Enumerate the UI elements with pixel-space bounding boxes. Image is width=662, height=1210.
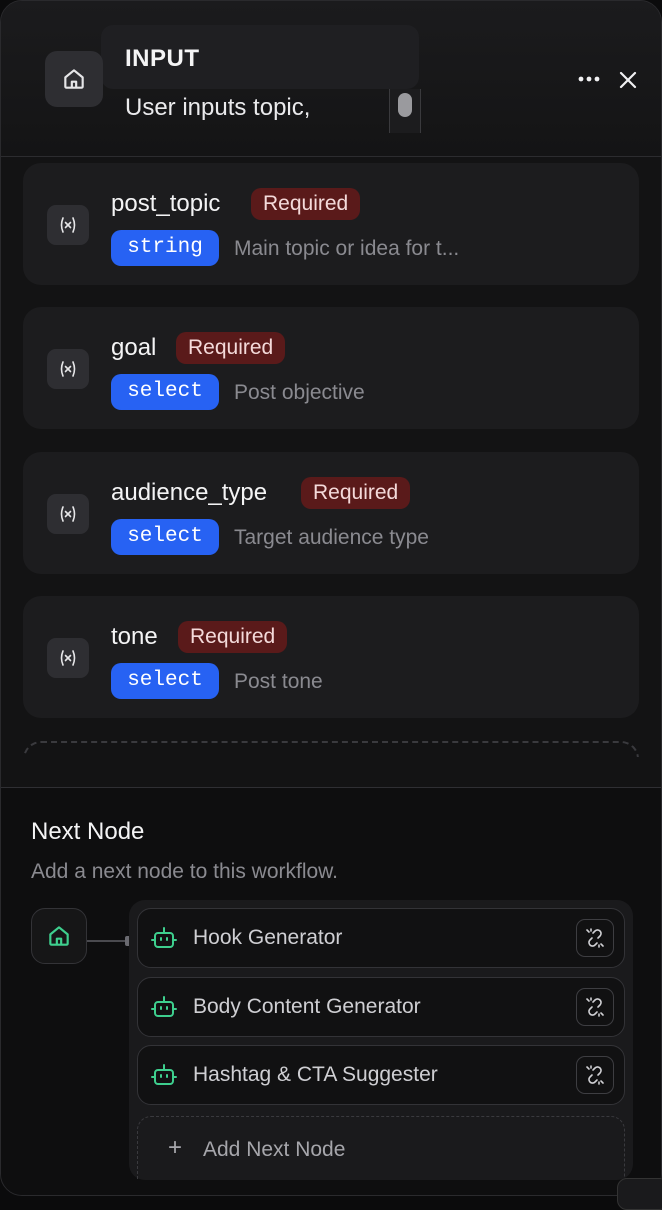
next-node-list: Hook Generator Body Content Generator Ha… <box>129 900 633 1180</box>
unlink-icon <box>586 1065 604 1085</box>
node-title[interactable]: INPUT <box>125 45 200 73</box>
type-badge: select <box>111 374 219 410</box>
variable-name: audience_type <box>111 479 268 506</box>
variable-card-audience-type[interactable]: audience_type Required select Target aud… <box>23 452 639 574</box>
next-node-item[interactable]: Hook Generator <box>137 908 625 968</box>
next-node-section: Next Node Add a next node to this workfl… <box>1 787 661 1195</box>
node-description[interactable]: User inputs topic, <box>125 94 310 122</box>
unlink-button[interactable] <box>576 988 614 1026</box>
robot-icon <box>151 927 177 948</box>
variable-description: Post objective <box>234 381 365 404</box>
type-badge: string <box>111 230 219 266</box>
variable-description: Target audience type <box>234 526 429 549</box>
variable-icon <box>47 349 89 389</box>
robot-icon <box>151 996 177 1017</box>
type-badge: select <box>111 519 219 555</box>
corner-control[interactable] <box>617 1178 662 1210</box>
required-badge: Required <box>301 477 411 509</box>
next-node-label: Hook Generator <box>193 926 343 949</box>
close-button[interactable] <box>613 65 643 95</box>
add-next-node-button[interactable]: + Add Next Node <box>137 1116 625 1180</box>
required-badge: Required <box>178 621 288 653</box>
variable-card-post-topic[interactable]: post_topic Required string Main topic or… <box>23 163 639 285</box>
variable-name: post_topic <box>111 190 221 217</box>
more-horizontal-icon <box>578 76 600 82</box>
node-panel: INPUT User inputs topic, post_topic Requ… <box>0 0 662 1196</box>
add-next-node-label: Add Next Node <box>203 1138 346 1161</box>
variable-description: Main topic or idea for t... <box>234 237 460 260</box>
variable-card-goal[interactable]: goal Required select Post objective <box>23 307 639 429</box>
add-variable-button[interactable] <box>23 741 639 757</box>
description-scrollbar[interactable] <box>389 89 421 133</box>
robot-icon <box>151 1064 177 1085</box>
required-badge: Required <box>251 188 361 220</box>
home-icon <box>64 69 84 89</box>
source-node <box>31 908 87 964</box>
section-title: Next Node <box>31 818 145 845</box>
input-variables-list: post_topic Required string Main topic or… <box>1 157 661 757</box>
more-options-button[interactable] <box>573 65 605 93</box>
variable-icon <box>47 205 89 245</box>
next-node-label: Body Content Generator <box>193 995 421 1018</box>
unlink-icon <box>586 997 604 1017</box>
required-badge: Required <box>176 332 286 364</box>
node-type-button <box>45 51 103 107</box>
variable-name: goal <box>111 334 157 361</box>
variable-name: tone <box>111 623 158 650</box>
home-icon <box>49 926 69 946</box>
section-subtitle: Add a next node to this workflow. <box>31 860 339 883</box>
variable-card-tone[interactable]: tone Required select Post tone <box>23 596 639 718</box>
variable-icon <box>47 494 89 534</box>
next-node-item[interactable]: Body Content Generator <box>137 977 625 1037</box>
panel-header: INPUT User inputs topic, <box>1 1 661 157</box>
variable-description: Post tone <box>234 670 323 693</box>
scrollbar-thumb[interactable] <box>398 93 412 117</box>
type-badge: select <box>111 663 219 699</box>
next-node-item[interactable]: Hashtag & CTA Suggester <box>137 1045 625 1105</box>
close-icon <box>619 71 637 89</box>
variable-icon <box>47 638 89 678</box>
unlink-button[interactable] <box>576 919 614 957</box>
next-node-label: Hashtag & CTA Suggester <box>193 1063 438 1086</box>
unlink-icon <box>586 928 604 948</box>
unlink-button[interactable] <box>576 1056 614 1094</box>
plus-icon: + <box>168 1134 183 1161</box>
